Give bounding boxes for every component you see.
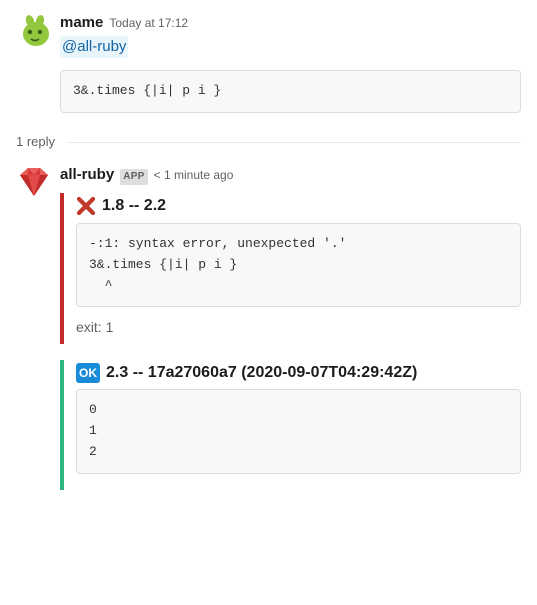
exit-status: exit: 1	[76, 317, 521, 337]
attachment-fail: 1.8 -- 2.2 -:1: syntax error, unexpected…	[60, 193, 521, 343]
reply-count[interactable]: 1 reply	[16, 133, 55, 152]
message: mame Today at 17:12 @all-ruby 3&.times {…	[16, 12, 521, 123]
attachment-ok: OK 2.3 -- 17a27060a7 (2020-09-07T04:29:4…	[60, 360, 521, 490]
code-block[interactable]: 0 1 2	[76, 389, 521, 473]
cross-mark-icon	[76, 196, 96, 216]
message-body: mame Today at 17:12 @all-ruby 3&.times {…	[60, 12, 521, 123]
ok-badge-icon: OK	[76, 363, 100, 383]
attachment-title-text: 2.3 -- 17a27060a7 (2020-09-07T04:29:42Z)	[106, 362, 521, 384]
separator-line	[67, 142, 521, 143]
attachment-title-text: 1.8 -- 2.2	[102, 195, 521, 217]
message-header: mame Today at 17:12	[60, 12, 521, 34]
message: all-ruby APP < 1 minute ago 1.8 -- 2.2 -…	[16, 164, 521, 506]
message-header: all-ruby APP < 1 minute ago	[60, 164, 521, 186]
thread-separator: 1 reply	[16, 133, 521, 152]
avatar[interactable]	[16, 12, 52, 48]
timestamp[interactable]: < 1 minute ago	[154, 167, 234, 185]
attachment-title: OK 2.3 -- 17a27060a7 (2020-09-07T04:29:4…	[76, 362, 521, 384]
code-block[interactable]: -:1: syntax error, unexpected '.' 3&.tim…	[76, 223, 521, 307]
attachment-title: 1.8 -- 2.2	[76, 195, 521, 217]
timestamp[interactable]: Today at 17:12	[109, 15, 188, 33]
code-block[interactable]: 3&.times {|i| p i }	[60, 70, 521, 113]
app-badge: APP	[120, 169, 147, 186]
author-name[interactable]: all-ruby	[60, 164, 114, 186]
author-name[interactable]: mame	[60, 12, 103, 34]
avatar[interactable]	[16, 164, 52, 200]
mention[interactable]: @all-ruby	[60, 36, 128, 58]
message-body: all-ruby APP < 1 minute ago 1.8 -- 2.2 -…	[60, 164, 521, 506]
